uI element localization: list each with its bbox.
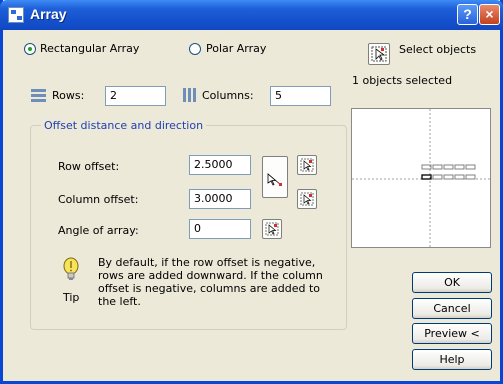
row-offset-input[interactable]: 2.5000 [189,155,251,175]
columns-label: Columns: [202,89,254,102]
offset-group-title: Offset distance and direction [41,119,207,132]
pick-both-offsets-icon [267,173,282,186]
pick-point-icon [300,158,314,172]
rows-input[interactable]: 2 [105,86,166,106]
pick-row-offset-button[interactable] [297,155,317,175]
columns-icon [183,88,196,102]
column-offset-input[interactable]: 3.0000 [189,189,251,209]
close-button[interactable]: × [479,4,500,25]
angle-label: Angle of array: [58,224,139,237]
selection-status: 1 objects selected [352,74,453,87]
help-title-button[interactable]: ? [457,4,478,25]
rows-label: Rows: [52,89,85,102]
preview-drawing [352,109,490,247]
lightbulb-icon [63,257,79,280]
pick-both-offsets-button[interactable] [262,156,288,198]
cancel-button[interactable]: Cancel [412,298,492,319]
help-button[interactable]: Help [412,349,492,370]
window-title: Array [30,6,67,22]
columns-input[interactable]: 5 [270,86,331,106]
polar-array-label[interactable]: Polar Array [206,42,266,55]
pick-angle-button[interactable] [262,219,282,239]
title-bar[interactable]: Array ? × [0,0,503,30]
tip-label: Tip [63,291,80,304]
tip-text: By default, if the row offset is negativ… [98,256,323,308]
pick-column-offset-button[interactable] [297,189,317,209]
preview-button[interactable]: Preview < [412,323,492,344]
ok-button[interactable]: OK [412,272,492,293]
rectangular-array-label[interactable]: Rectangular Array [40,42,139,55]
column-offset-label: Column offset: [58,193,139,206]
array-app-icon [8,7,24,23]
row-offset-label: Row offset: [58,160,120,173]
array-dialog: Array ? × Rectangular Array Polar Array … [0,0,503,384]
rows-icon [31,89,46,102]
array-preview [351,108,491,248]
rectangular-array-radio[interactable] [24,43,36,55]
polar-array-radio[interactable] [189,43,201,55]
select-objects-icon [371,46,387,62]
select-objects-button[interactable] [368,43,390,65]
select-objects-label: Select objects [399,43,477,56]
pick-angle-icon [265,222,279,236]
pick-point-icon [300,192,314,206]
angle-input[interactable]: 0 [189,219,251,239]
